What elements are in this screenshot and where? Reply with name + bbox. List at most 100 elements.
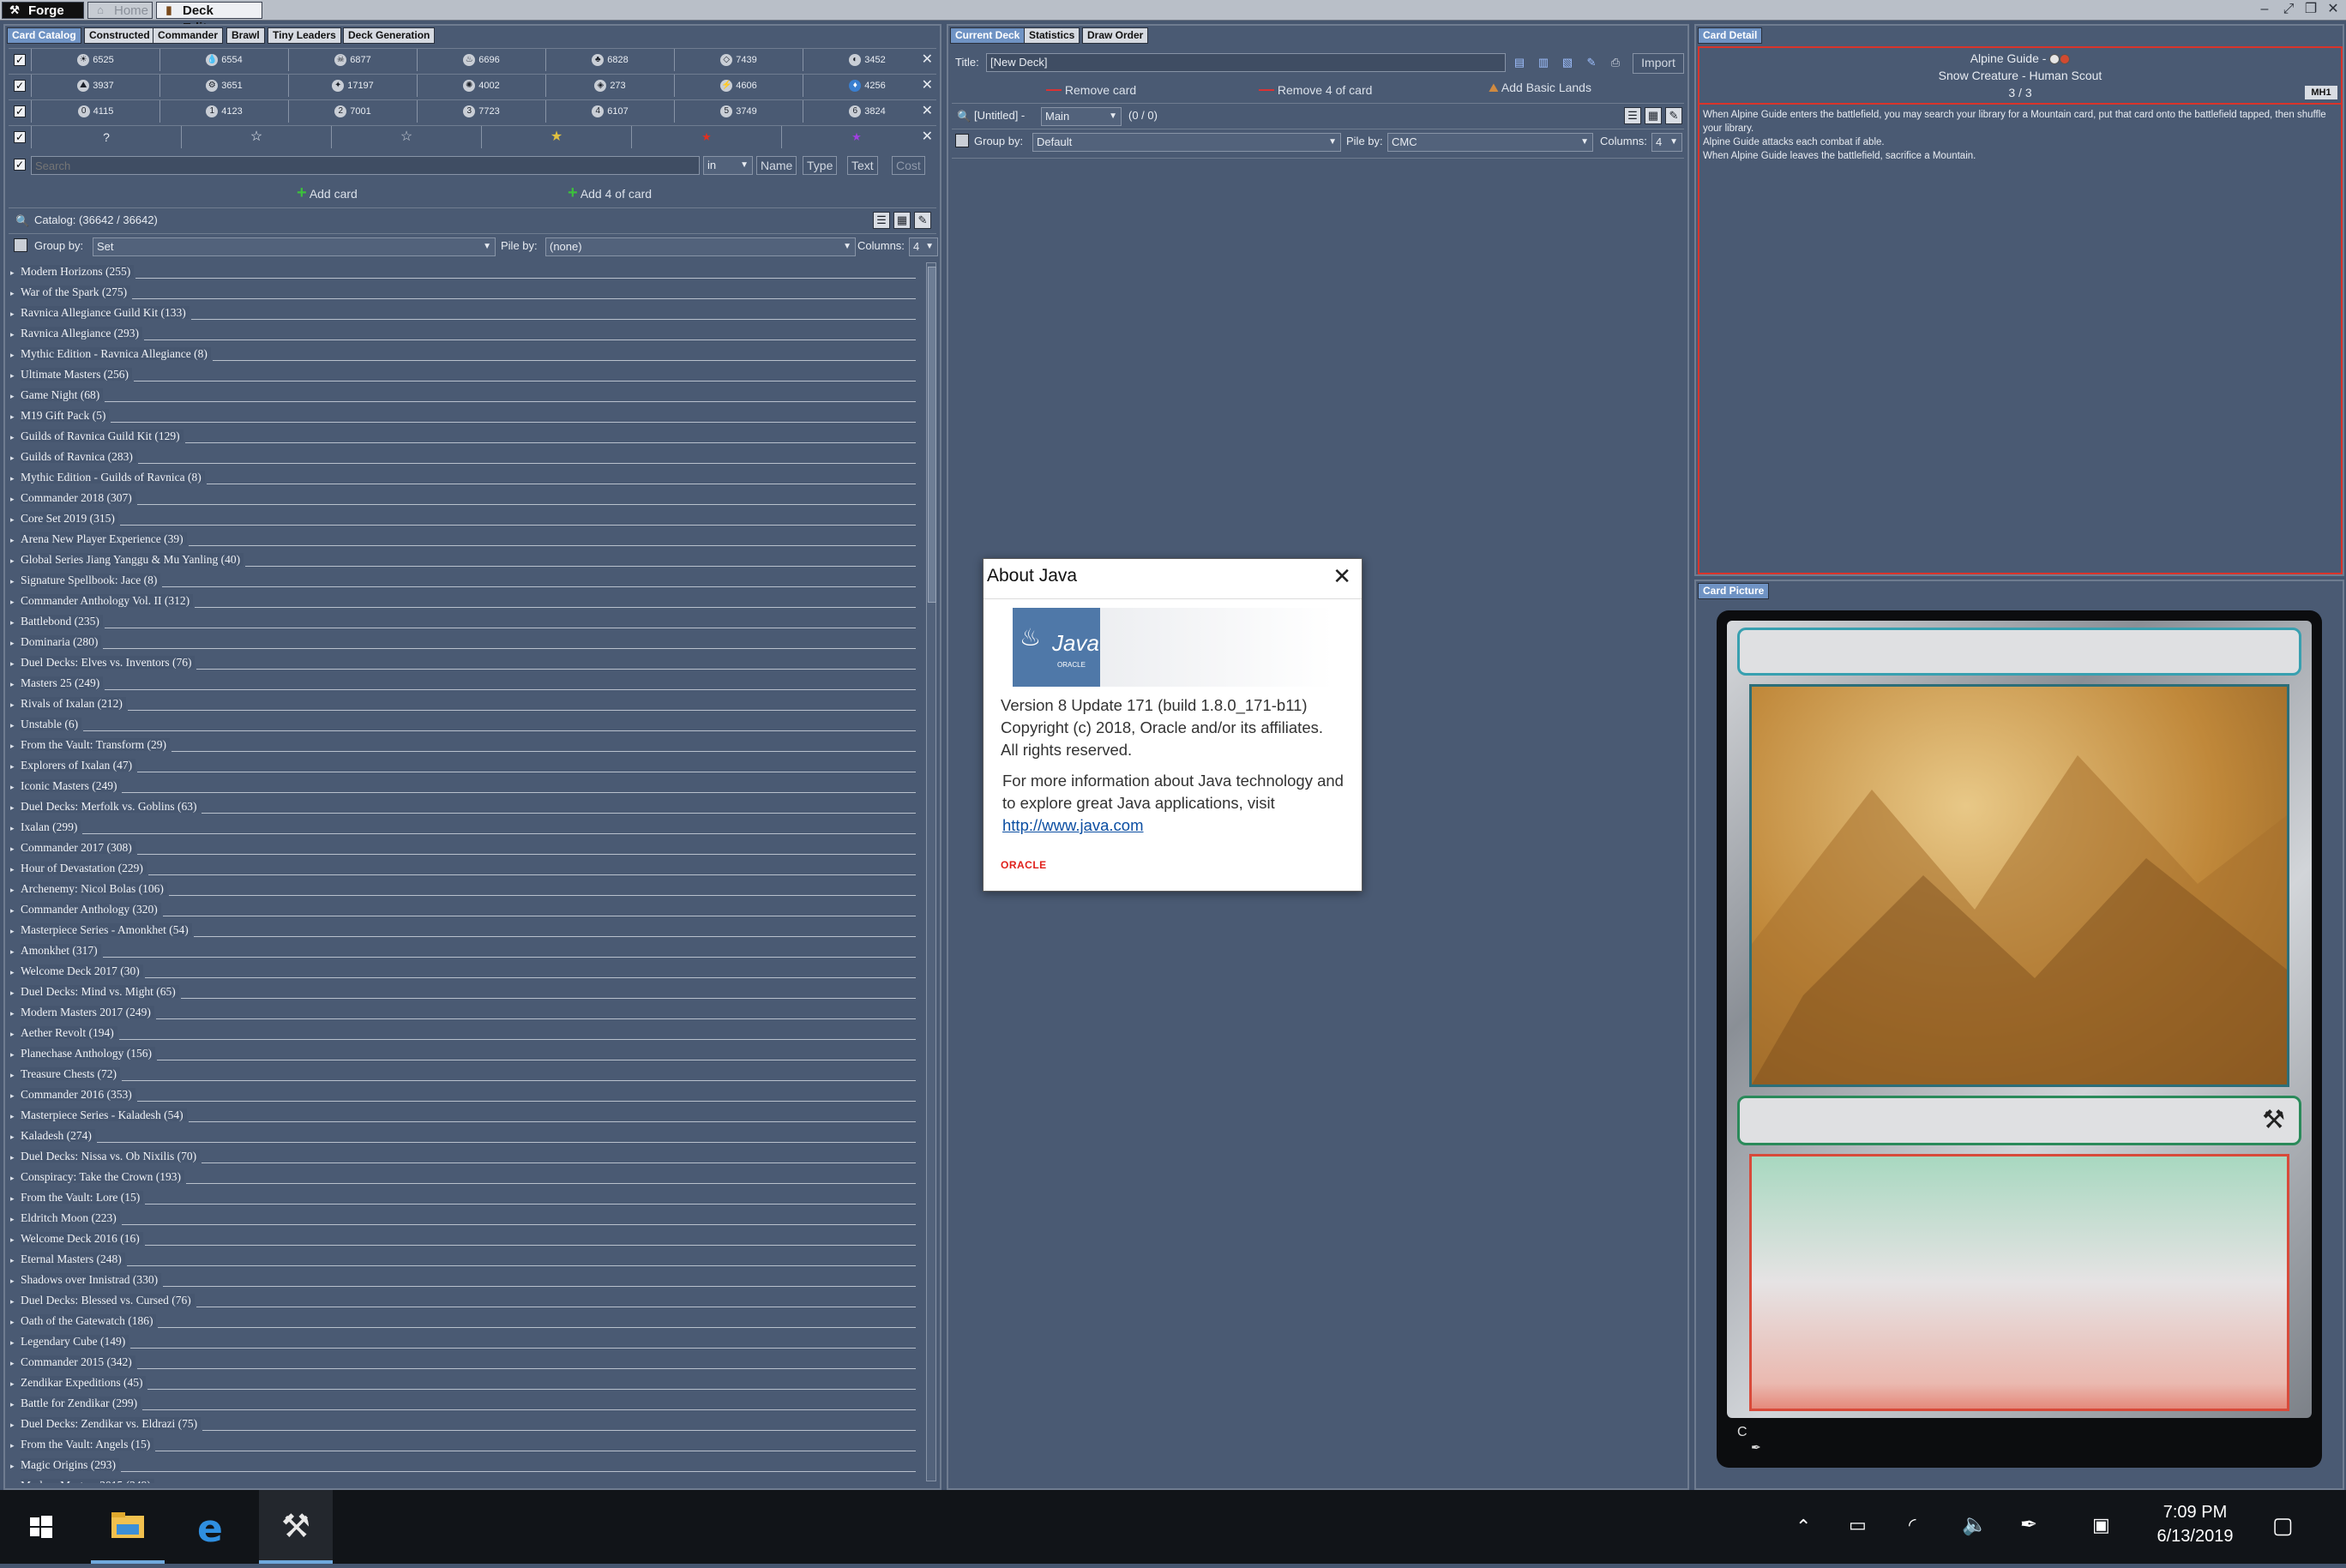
expand-arrow-icon[interactable]: ▸ — [10, 1271, 21, 1290]
catalog-group-item[interactable]: ▸ Eternal Masters (248) — [10, 1250, 921, 1271]
save-as-icon[interactable]: ✎ — [1583, 55, 1600, 72]
catalog-group-item[interactable]: ▸ M19 Gift Pack (5) — [10, 406, 921, 427]
filter-artifact[interactable]: ⚙ 3651 — [159, 75, 288, 97]
catalog-group-item[interactable]: ▸ Shadows over Innistrad (330) — [10, 1271, 921, 1291]
expand-arrow-icon[interactable]: ▸ — [10, 1292, 21, 1311]
expand-arrow-icon[interactable]: ▸ — [10, 387, 21, 406]
tab-card-detail[interactable]: Card Detail — [1698, 27, 1763, 44]
deck-title-field[interactable]: [New Deck] — [986, 53, 1506, 72]
java-link[interactable]: http://www.java.com — [1002, 816, 1144, 834]
close-icon[interactable]: ✕ — [922, 126, 933, 148]
list-view-icon[interactable]: ☰ — [1624, 107, 1641, 124]
expand-arrow-icon[interactable]: ▸ — [10, 510, 21, 529]
catalog-group-item[interactable]: ▸ Masters 25 (249) — [10, 674, 921, 694]
forge-app-button[interactable]: ⚒ — [259, 1490, 333, 1564]
close-icon[interactable]: ✕ — [1332, 564, 1351, 588]
close-icon[interactable]: ✕ — [922, 49, 933, 71]
catalog-group-item[interactable]: ▸ Game Night (68) — [10, 386, 921, 406]
battery-icon[interactable]: ▭ — [1849, 1514, 1867, 1536]
filter-sorcery[interactable]: ♦ 4256 — [803, 75, 931, 97]
file-explorer-button[interactable] — [91, 1490, 165, 1564]
catalog-group-item[interactable]: ▸ Duel Decks: Elves vs. Inventors (76) — [10, 653, 921, 674]
search-cost-toggle[interactable]: Cost — [892, 156, 925, 175]
catalog-group-item[interactable]: ▸ Modern Horizons (255) — [10, 262, 921, 283]
expand-arrow-icon[interactable]: ▸ — [10, 263, 21, 282]
tab-statistics[interactable]: Statistics — [1024, 27, 1080, 44]
expand-arrow-icon[interactable]: ▸ — [10, 716, 21, 735]
expand-arrow-icon[interactable]: ▸ — [10, 469, 21, 488]
expand-arrow-icon[interactable]: ▸ — [10, 1395, 21, 1414]
catalog-group-item[interactable]: ▸ Ultimate Masters (256) — [10, 365, 921, 386]
expand-arrow-icon[interactable]: ▸ — [10, 531, 21, 550]
expand-arrow-icon[interactable]: ▸ — [10, 345, 21, 364]
expand-arrow-icon[interactable]: ▸ — [10, 304, 21, 323]
options-icon[interactable]: ✎ — [914, 212, 931, 229]
catalog-group-item[interactable]: ▸ Masterpiece Series - Amonkhet (54) — [10, 921, 921, 941]
expand-arrow-icon[interactable]: ▸ — [10, 922, 21, 940]
filter-enchantment[interactable]: ✺ 4002 — [417, 75, 545, 97]
nav-tab-deck-editor[interactable]: ▮ Deck Editor — [156, 2, 262, 35]
chevron-up-icon[interactable]: ⌃ — [1796, 1516, 1811, 1538]
filter-white[interactable]: ☀ 6525 — [31, 49, 159, 71]
search-mode-dropdown[interactable]: in ▼ — [703, 156, 753, 175]
expand-arrow-icon[interactable]: ▸ — [10, 798, 21, 817]
nav-tab-forge[interactable]: ⚒ Forge — [2, 2, 84, 19]
deck-section-dropdown[interactable]: Main ▼ — [1041, 107, 1122, 126]
expand-arrow-icon[interactable]: ▸ — [10, 572, 21, 591]
catalog-group-item[interactable]: ▸ Zendikar Expeditions (45) — [10, 1373, 921, 1394]
new-deck-icon[interactable]: ▤ — [1511, 55, 1528, 72]
catalog-group-item[interactable]: ▸ Eldritch Moon (223) — [10, 1209, 921, 1229]
catalog-group-item[interactable]: ▸ Duel Decks: Blessed vs. Cursed (76) — [10, 1291, 921, 1312]
expand-arrow-icon[interactable]: ▸ — [10, 1189, 21, 1208]
expand-arrow-icon[interactable]: ▸ — [10, 1066, 21, 1084]
catalog-group-item[interactable]: ▸ Rivals of Ixalan (212) — [10, 694, 921, 715]
image-view-icon[interactable]: ▦ — [1645, 107, 1662, 124]
catalog-group-item[interactable]: ▸ Conspiracy: Take the Crown (193) — [10, 1168, 921, 1188]
group-by-dropdown[interactable]: Default ▼ — [1032, 133, 1341, 152]
filter-green[interactable]: ♣ 6828 — [545, 49, 674, 71]
catalog-group-item[interactable]: ▸ Oath of the Gatewatch (186) — [10, 1312, 921, 1332]
expand-arrow-icon[interactable]: ▸ — [10, 695, 21, 714]
filter-cmc-3[interactable]: 3 7723 — [417, 100, 545, 123]
filter-colorless[interactable]: ◇ 7439 — [674, 49, 803, 71]
tab-deck-generation[interactable]: Deck Generation — [343, 27, 436, 44]
search-input[interactable] — [31, 156, 700, 175]
catalog-scrollbar[interactable] — [926, 262, 936, 1481]
filter-cmc-2[interactable]: 2 7001 — [288, 100, 417, 123]
remove-4-card-button[interactable]: — Remove 4 of card — [1259, 81, 1372, 99]
catalog-group-item[interactable]: ▸ From the Vault: Lore (15) — [10, 1188, 921, 1209]
expand-arrow-icon[interactable]: ▸ — [10, 1127, 21, 1146]
clock[interactable]: 7:09 PM 6/13/2019 — [2144, 1500, 2247, 1548]
notification-icon[interactable]: ▢ — [2272, 1512, 2294, 1539]
filter-cmc-4[interactable]: 4 6107 — [545, 100, 674, 123]
expand-arrow-icon[interactable]: ▸ — [10, 1230, 21, 1249]
filter-rarity-common[interactable]: ☆ — [181, 126, 331, 148]
expand-arrow-icon[interactable]: ▸ — [10, 1107, 21, 1126]
expand-arrow-icon[interactable]: ▸ — [10, 819, 21, 838]
expand-arrow-icon[interactable]: ▸ — [10, 1045, 21, 1064]
pen-icon[interactable]: ✒ — [2020, 1512, 2037, 1537]
search-checkbox[interactable]: ✓ — [14, 159, 26, 171]
search-name-toggle[interactable]: Name — [756, 156, 797, 175]
expand-arrow-icon[interactable]: ▸ — [10, 860, 21, 879]
filter-cmc-5[interactable]: 5 3749 — [674, 100, 803, 123]
catalog-group-item[interactable]: ▸ Iconic Masters (249) — [10, 777, 921, 797]
filter-row-checkbox[interactable]: ✓ — [14, 80, 26, 92]
tab-current-deck[interactable]: Current Deck — [950, 27, 1026, 44]
expand-arrow-icon[interactable]: ▸ — [10, 448, 21, 467]
expand-arrow-icon[interactable]: ▸ — [10, 983, 21, 1002]
expand-arrow-icon[interactable]: ▸ — [10, 942, 21, 961]
filter-planeswalker[interactable]: ◈ 273 — [545, 75, 674, 97]
expand-arrow-icon[interactable]: ▸ — [10, 880, 21, 899]
close-icon[interactable]: ✕ — [922, 100, 933, 123]
collapse-all-icon[interactable] — [14, 238, 27, 252]
start-button[interactable] — [3, 1490, 77, 1564]
tab-card-picture[interactable]: Card Picture — [1698, 583, 1770, 599]
catalog-group-item[interactable]: ▸ Hour of Devastation (229) — [10, 859, 921, 880]
edge-browser-button[interactable]: e — [175, 1490, 249, 1564]
minimize-icon[interactable]: – — [2253, 0, 2276, 19]
expand-arrow-icon[interactable]: ▸ — [10, 1477, 21, 1483]
tablet-mode-icon[interactable]: ▣ — [2092, 1514, 2110, 1536]
search-type-toggle[interactable]: Type — [803, 156, 838, 175]
expand-arrow-icon[interactable]: ▸ — [10, 1251, 21, 1270]
